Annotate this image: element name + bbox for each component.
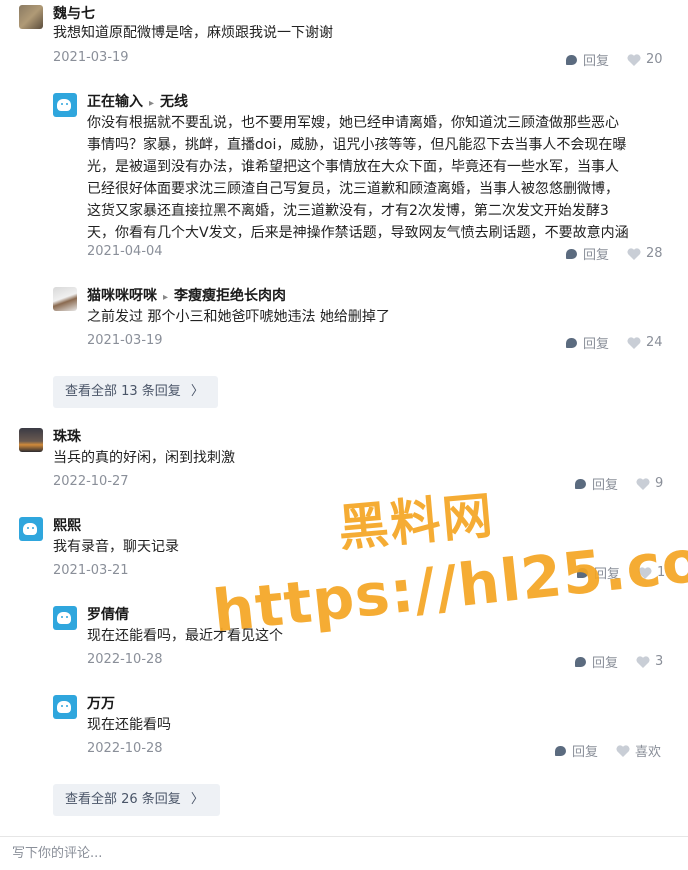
comment-text: 我有录音，聊天记录 — [53, 539, 179, 555]
reply-target[interactable]: 无线 — [160, 94, 188, 110]
reply-icon[interactable] — [566, 248, 577, 259]
avatar[interactable] — [19, 517, 43, 541]
reply-text-line: 事情吗？家暴，挑衅，直播doi，威胁，诅咒小孩等等，但凡能忍下去当事人不会现在曝 — [87, 137, 627, 153]
heart-icon[interactable] — [627, 247, 641, 260]
reply-actions: 回复 3 — [575, 652, 663, 671]
reply-author[interactable]: 猫咪咪呀咪 — [87, 288, 157, 304]
comment-text: 我想知道原配微博是啥，麻烦跟我说一下谢谢 — [53, 25, 333, 41]
view-all-replies-label: 查看全部 26 条回复 — [65, 792, 181, 807]
avatar[interactable] — [53, 695, 77, 719]
comment-date: 2021-03-19 — [53, 50, 129, 65]
reply-text: 之前发过 那个小三和她爸吓唬她违法 她给删掉了 — [87, 309, 390, 325]
comment-actions: 回复 9 — [575, 474, 663, 493]
reply-actions: 回复 28 — [566, 244, 663, 263]
heart-icon[interactable] — [636, 477, 650, 490]
reply-actions: 回复 喜欢 — [555, 741, 661, 760]
reply-actions: 回复 24 — [566, 333, 663, 352]
like-label[interactable]: 喜欢 — [635, 741, 661, 760]
like-count: 9 — [655, 476, 664, 491]
reply-text-line: 已经很好体面要求沈三顾渣自己写复员，沈三道歉和顾渣离婚，当事人被忽悠删微博， — [87, 181, 619, 197]
reply-author-line: 猫咪咪呀咪 ▸ 李瘦瘦拒绝长肉肉 — [87, 285, 286, 305]
comment-date: 2022-10-27 — [53, 474, 129, 489]
like-count: 3 — [655, 654, 664, 669]
reply-button[interactable]: 回复 — [592, 652, 618, 671]
reply-text-line: 你没有根据就不要乱说，也不要用军嫂，她已经申请离婚，你知道沈三顾渣做那些恶心 — [87, 115, 619, 131]
comment-input[interactable] — [0, 837, 688, 869]
reply-icon[interactable] — [555, 745, 566, 756]
reply-button[interactable]: 回复 — [592, 474, 618, 493]
reply-button[interactable]: 回复 — [583, 244, 609, 263]
reply-arrow-icon: ▸ — [163, 292, 169, 303]
comment-date: 2021-03-21 — [53, 563, 129, 578]
reply-text-line: 光，是被逼到没有办法，谁希望把这个事情放在大众下面，毕竟还有一些水军，当事人 — [87, 159, 619, 175]
reply-text-line: 这货又家暴还直接拉黑不离婚，沈三道歉没有，才有2次发博，第二次发文开始发酵3 — [87, 203, 609, 219]
reply-icon[interactable] — [566, 337, 577, 348]
comment-text: 当兵的真的好闲，闲到找刺激 — [53, 450, 235, 466]
reply-author[interactable]: 罗倩倩 — [87, 604, 129, 624]
avatar[interactable] — [53, 606, 77, 630]
reply-icon[interactable] — [566, 54, 577, 65]
reply-text: 现在还能看吗，最近才看见这个 — [87, 628, 283, 644]
comment-composer — [0, 836, 688, 870]
reply-text: 现在还能看吗 — [87, 717, 171, 733]
reply-button[interactable]: 回复 — [583, 50, 609, 69]
reply-button[interactable]: 回复 — [583, 333, 609, 352]
like-count: 28 — [646, 246, 663, 261]
comment-author[interactable]: 熙熙 — [53, 515, 81, 535]
heart-icon[interactable] — [627, 53, 641, 66]
watermark-title: 黑料网 — [336, 486, 497, 558]
reply-date: 2022-10-28 — [87, 652, 163, 667]
like-count: 1 — [657, 565, 666, 580]
reply-date: 2021-04-04 — [87, 244, 163, 259]
comment-actions: 回复 1 — [577, 563, 665, 582]
comment-actions: 回复 20 — [566, 50, 663, 69]
avatar[interactable] — [53, 93, 77, 117]
heart-icon[interactable] — [616, 744, 630, 757]
reply-arrow-icon: ▸ — [149, 98, 155, 109]
view-all-replies-label: 查看全部 13 条回复 — [65, 384, 181, 399]
avatar[interactable] — [53, 287, 77, 311]
reply-target[interactable]: 李瘦瘦拒绝长肉肉 — [174, 288, 286, 304]
comment-author[interactable]: 魏与七 — [53, 3, 95, 23]
reply-button[interactable]: 回复 — [594, 563, 620, 582]
reply-text-line: 天，你看有几个大V发文，后来是神操作禁话题，导致网友气愤去刷话题，不要故意内涵 — [87, 225, 629, 241]
reply-author[interactable]: 正在输入 — [87, 94, 143, 110]
like-count: 20 — [646, 52, 663, 67]
avatar[interactable] — [19, 428, 43, 452]
view-all-replies-button[interactable]: 查看全部 13 条回复〉 — [53, 376, 218, 408]
reply-button[interactable]: 回复 — [572, 741, 598, 760]
reply-icon[interactable] — [575, 656, 586, 667]
heart-icon[interactable] — [638, 566, 652, 579]
reply-date: 2022-10-28 — [87, 741, 163, 756]
reply-author[interactable]: 万万 — [87, 693, 115, 713]
view-all-replies-button[interactable]: 查看全部 26 条回复〉 — [53, 784, 220, 816]
comment-author[interactable]: 珠珠 — [53, 426, 81, 446]
chevron-right-icon: 〉 — [190, 384, 204, 399]
reply-icon[interactable] — [577, 567, 588, 578]
reply-text: 你没有根据就不要乱说，也不要用军嫂，她已经申请离婚，你知道沈三顾渣做那些恶心 事… — [87, 112, 677, 244]
heart-icon[interactable] — [636, 655, 650, 668]
like-count: 24 — [646, 335, 663, 350]
reply-date: 2021-03-19 — [87, 333, 163, 348]
reply-icon[interactable] — [575, 478, 586, 489]
reply-author-line: 正在输入 ▸ 无线 — [87, 91, 188, 111]
avatar[interactable] — [19, 5, 43, 29]
chevron-right-icon: 〉 — [190, 792, 204, 807]
heart-icon[interactable] — [627, 336, 641, 349]
